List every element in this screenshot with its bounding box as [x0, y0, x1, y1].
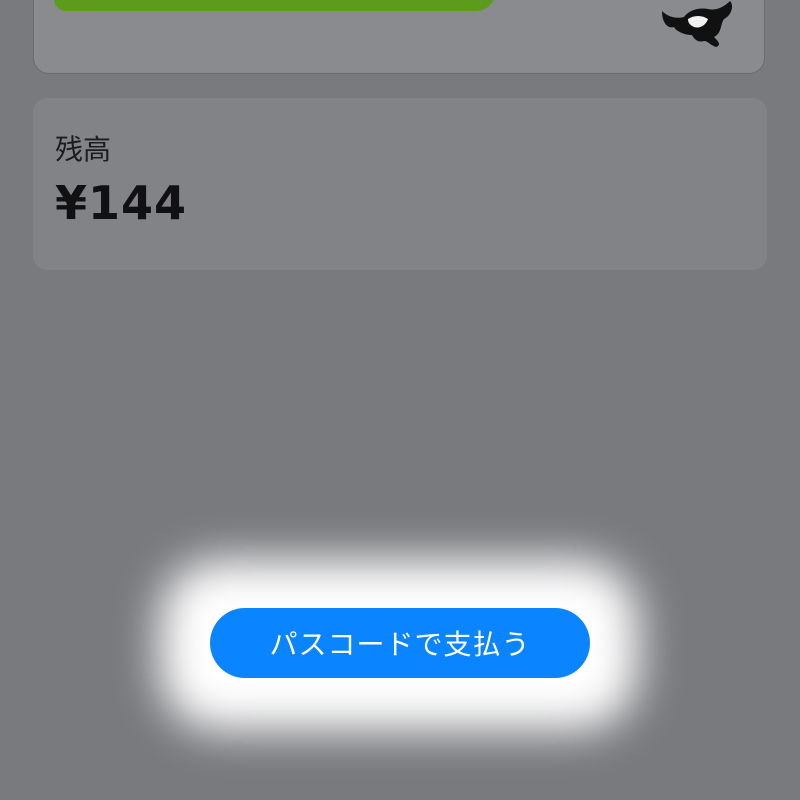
suica-card[interactable] [33, 0, 765, 74]
pay-with-passcode-button[interactable]: パスコードで支払う [210, 608, 590, 678]
penguin-icon [654, 0, 744, 49]
balance-panel: 残高 ¥144 [33, 98, 767, 270]
balance-amount: ¥144 [55, 176, 188, 230]
suica-logo [54, 0, 496, 11]
balance-label: 残高 [55, 133, 112, 166]
suica-logo-lettering [54, 0, 496, 11]
